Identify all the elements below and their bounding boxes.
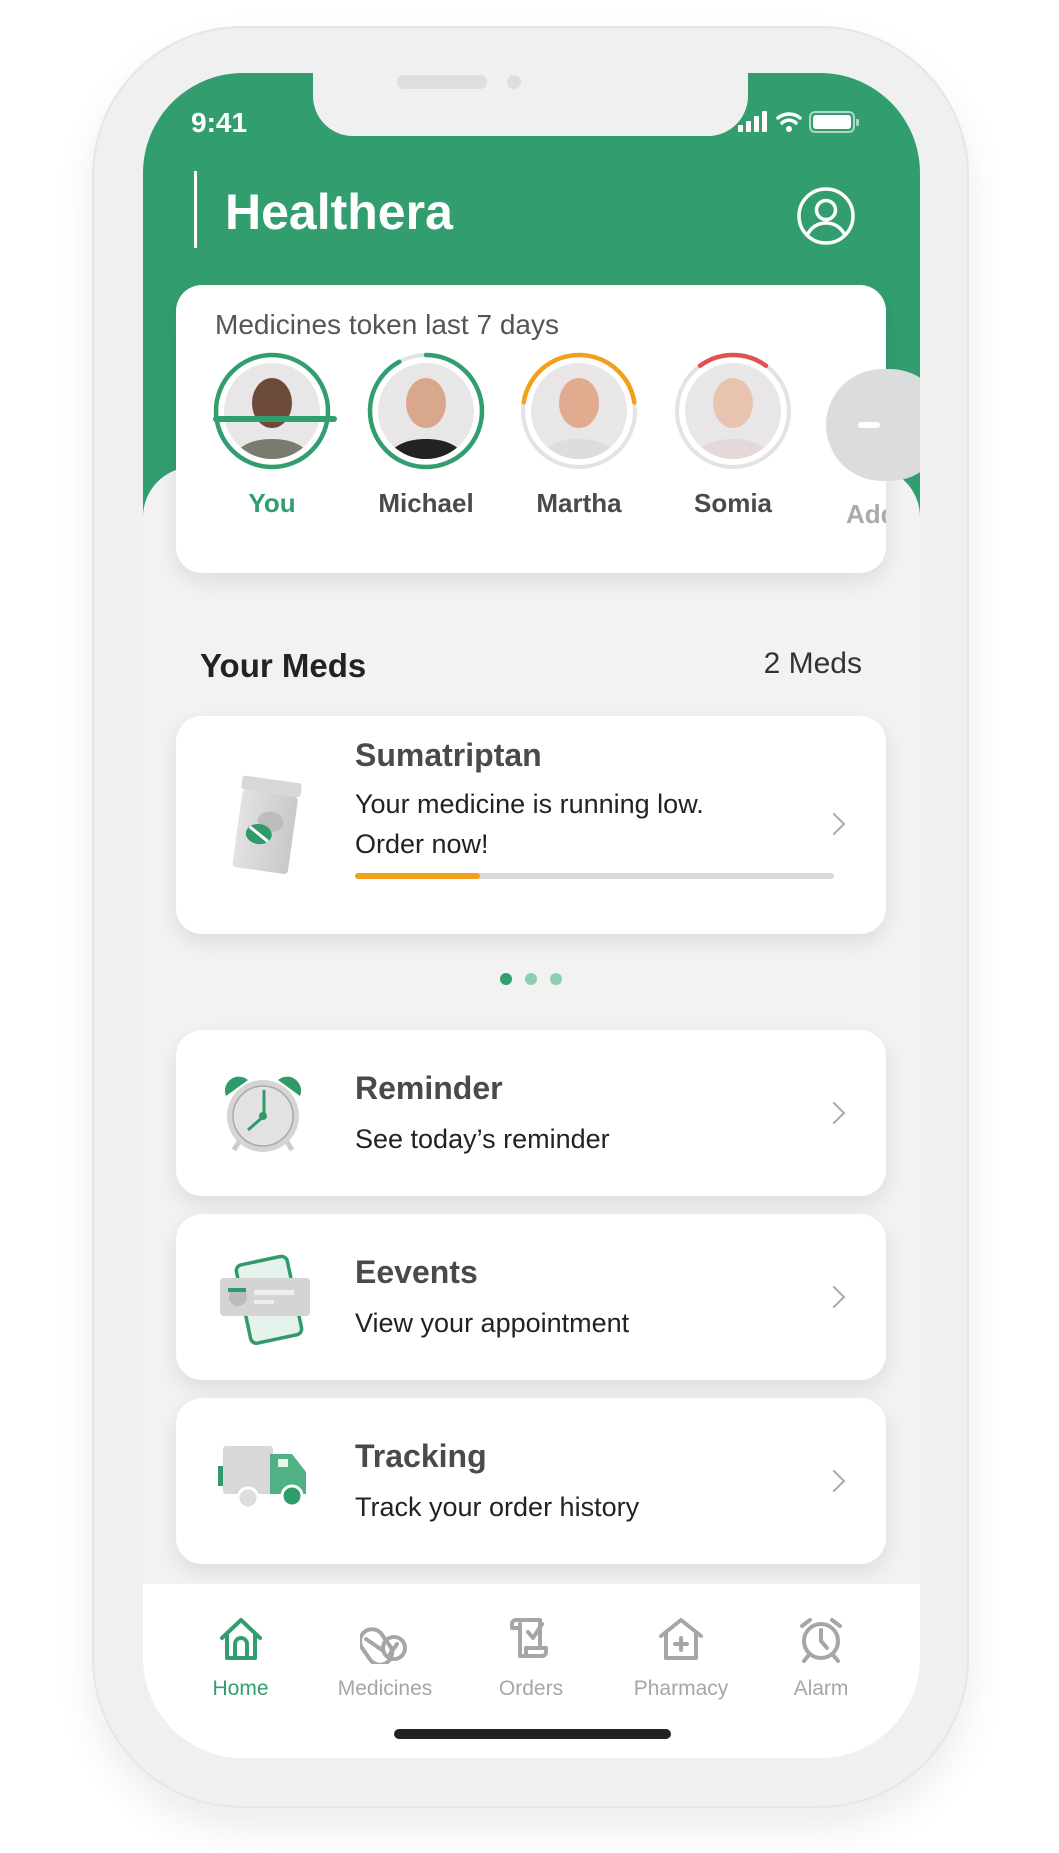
screen: 9:41 Healthera Medicines token last 7 da… (143, 73, 920, 1758)
add-person-label[interactable]: Add (846, 499, 886, 530)
med-name: Sumatriptan (355, 737, 542, 773)
app-title: Healthera (225, 184, 453, 240)
title-divider (194, 171, 197, 248)
delivery-truck-icon (218, 1436, 318, 1521)
chevron-right-icon[interactable] (822, 1469, 846, 1493)
action-subtitle: View your appointment (355, 1308, 630, 1338)
action-title: Eevents (355, 1254, 478, 1290)
pager-dot[interactable] (525, 973, 537, 985)
notch (313, 73, 748, 136)
pager-dot[interactable] (500, 973, 512, 985)
action-subtitle: Track your order history (355, 1492, 640, 1522)
selected-underline (213, 416, 337, 422)
action-card-reminder[interactable]: Reminder See today’s reminder (176, 1030, 886, 1196)
meds-count: 2 Meds (763, 647, 862, 680)
action-title: Tracking (355, 1438, 487, 1474)
person-name: You (248, 488, 296, 518)
tab-bar: Home Medicines Orders Pharmacy Alarm (143, 1584, 920, 1758)
person-name: Somia (693, 488, 773, 518)
tab-label: Orders (498, 1677, 564, 1700)
pager-dot[interactable] (550, 973, 562, 985)
chevron-right-icon[interactable] (822, 812, 846, 836)
tab-label: Alarm (793, 1677, 849, 1700)
chevron-right-icon[interactable] (822, 1101, 846, 1125)
tab-home[interactable]: Home (168, 1614, 313, 1701)
tab-alarm[interactable]: Alarm (757, 1614, 885, 1701)
appointment-phone-icon (218, 1252, 313, 1352)
person-you[interactable]: You (197, 351, 347, 519)
action-card-tracking[interactable]: Tracking Track your order history (176, 1398, 886, 1564)
tab-pharmacy[interactable]: Pharmacy (606, 1614, 756, 1701)
avatar (213, 352, 331, 470)
person-michael[interactable]: Michael (351, 351, 501, 519)
alarm-icon (800, 1618, 842, 1663)
home-indicator (394, 1729, 671, 1739)
user-circle-icon[interactable] (796, 186, 856, 246)
tab-label: Home (212, 1677, 269, 1700)
status-time: 9:41 (191, 107, 248, 138)
alarm-clock-icon (218, 1068, 308, 1163)
home-icon (219, 1618, 262, 1660)
tab-label: Pharmacy (633, 1677, 729, 1700)
tab-orders[interactable]: Orders (457, 1614, 605, 1701)
med-supply-fill (355, 873, 480, 879)
avatar (367, 352, 485, 470)
action-card-eevents[interactable]: Eevents View your appointment (176, 1214, 886, 1380)
status-icons (738, 111, 859, 133)
action-title: Reminder (355, 1070, 503, 1106)
add-person-button[interactable] (826, 369, 920, 481)
person-somia[interactable]: Somia (658, 351, 808, 519)
person-name: Martha (536, 488, 622, 518)
tab-label: Medicines (337, 1677, 433, 1700)
med-card-sumatriptan[interactable]: Sumatriptan Your medicine is running low… (176, 716, 886, 934)
pharmacy-icon (659, 1618, 703, 1660)
your-meds-heading: Your Meds (200, 647, 367, 684)
person-martha[interactable]: Martha (504, 351, 654, 519)
med-status-line2: Order now! (355, 829, 489, 859)
chevron-right-icon[interactable] (822, 1285, 846, 1309)
med-status-line1: Your medicine is running low. (355, 789, 704, 819)
action-subtitle: See today’s reminder (355, 1124, 610, 1154)
med-supply-bar (355, 873, 834, 879)
carousel-pager (500, 973, 562, 985)
avatar (520, 352, 638, 470)
avatar (674, 352, 792, 470)
medicine-bottle-icon (232, 775, 302, 874)
prescription-icon (510, 1618, 548, 1658)
pills-icon (357, 1627, 407, 1667)
person-name: Michael (378, 488, 474, 518)
tab-medicines[interactable]: Medicines (314, 1614, 456, 1701)
token-card-title: Medicines token last 7 days (215, 309, 559, 340)
medicines-token-card: Medicines token last 7 days You Michael … (176, 285, 920, 573)
